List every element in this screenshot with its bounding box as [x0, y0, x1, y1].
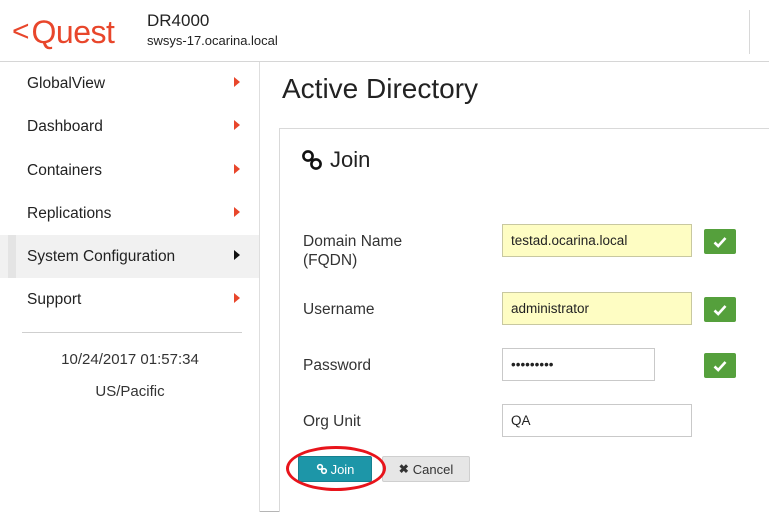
- chevron-left-icon: <: [12, 15, 30, 48]
- org-unit-label: Org Unit: [303, 413, 361, 430]
- domain-label-line2: (FQDN): [303, 252, 358, 269]
- sidebar-item-label: Support: [27, 290, 82, 308]
- sidebar-item-dashboard[interactable]: Dashboard: [0, 105, 259, 148]
- domain-name-label: Domain Name (FQDN): [303, 232, 402, 270]
- password-label: Password: [303, 357, 372, 374]
- sidebar-item-containers[interactable]: Containers: [0, 149, 259, 192]
- sidebar-item-globalview[interactable]: GlobalView: [0, 62, 259, 105]
- check-icon: [713, 360, 727, 372]
- system-datetime: 10/24/2017 01:57:34: [61, 351, 199, 368]
- sidebar-item-label: System Configuration: [27, 247, 176, 265]
- username-input[interactable]: [502, 292, 692, 325]
- password-valid-check: [704, 353, 736, 378]
- sidebar-nav: GlobalView Dashboard Containers Replicat…: [0, 62, 260, 512]
- sidebar-item-support[interactable]: Support: [0, 278, 259, 321]
- caret-right-icon: [234, 207, 240, 217]
- check-icon: [713, 304, 727, 316]
- org-unit-input[interactable]: [502, 404, 692, 437]
- sidebar-item-label: GlobalView: [27, 74, 106, 92]
- sidebar-divider: [22, 332, 242, 333]
- page-title: Active Directory: [282, 73, 479, 104]
- link-icon: [302, 150, 322, 170]
- sidebar-item-label: Containers: [27, 161, 102, 179]
- join-button-label: Join: [330, 461, 355, 477]
- domain-name-input[interactable]: [502, 224, 692, 257]
- sidebar-item-label: Replications: [27, 204, 112, 222]
- sidebar-item-replications[interactable]: Replications: [0, 192, 259, 235]
- app-header: < Quest DR4000 swsys-17.ocarina.local: [0, 0, 769, 62]
- sidebar-item-label: Dashboard: [27, 117, 103, 135]
- panel-title: Join: [300, 147, 370, 173]
- username-valid-check: [704, 297, 736, 322]
- caret-right-icon: [234, 250, 240, 260]
- system-timezone: US/Pacific: [95, 383, 165, 400]
- join-button[interactable]: Join: [298, 456, 372, 482]
- cancel-button-label: Cancel: [412, 461, 454, 477]
- check-icon: [713, 236, 727, 248]
- domain-label-line1: Domain Name: [303, 233, 403, 250]
- header-divider: [749, 10, 750, 54]
- caret-right-icon: [234, 164, 240, 174]
- caret-right-icon: [234, 293, 240, 303]
- cancel-button[interactable]: ✖ Cancel: [382, 456, 470, 482]
- panel-title-text: Join: [330, 147, 371, 172]
- host-name: swsys-17.ocarina.local: [147, 33, 278, 48]
- caret-right-icon: [234, 120, 240, 130]
- device-name: DR4000: [147, 11, 210, 30]
- caret-right-icon: [234, 77, 240, 87]
- domain-valid-check: [704, 229, 736, 254]
- username-label: Username: [303, 301, 375, 318]
- link-icon: [316, 463, 327, 475]
- sidebar-item-system-configuration[interactable]: System Configuration: [0, 235, 259, 278]
- close-icon: ✖: [398, 462, 409, 476]
- password-input[interactable]: [502, 348, 655, 381]
- quest-logo: Quest: [31, 14, 115, 50]
- back-home-link[interactable]: < Quest: [12, 14, 115, 50]
